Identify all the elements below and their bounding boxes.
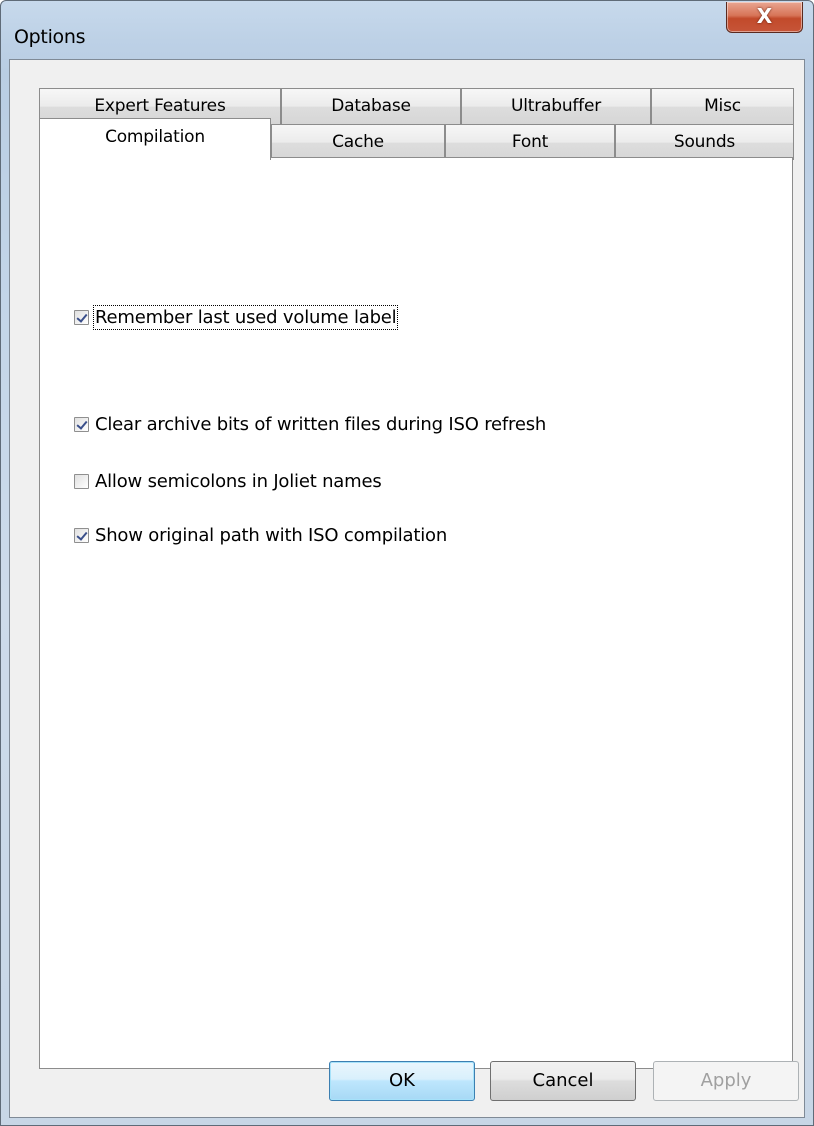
- checkbox-remember-volume-label[interactable]: [74, 309, 89, 325]
- dialog-client-area: Expert Features Database Ultrabuffer Mis…: [9, 59, 805, 1118]
- option-remember-volume-label[interactable]: Remember last used volume label: [74, 304, 399, 330]
- option-label: Clear archive bits of written files duri…: [95, 413, 547, 435]
- options-dialog: Options X Expert Features Database Ultra…: [0, 0, 814, 1126]
- tab-cache[interactable]: Cache: [271, 124, 445, 160]
- option-label: Allow semicolons in Joliet names: [95, 470, 382, 492]
- apply-button[interactable]: Apply: [653, 1061, 799, 1101]
- cancel-button[interactable]: Cancel: [490, 1061, 636, 1101]
- option-allow-semicolons[interactable]: Allow semicolons in Joliet names: [74, 469, 382, 493]
- option-clear-archive-bits[interactable]: Clear archive bits of written files duri…: [74, 412, 546, 436]
- tab-font[interactable]: Font: [445, 124, 615, 160]
- checkbox-show-original-path[interactable]: [74, 527, 89, 543]
- tab-misc[interactable]: Misc: [651, 88, 794, 124]
- option-show-original-path[interactable]: Show original path with ISO compilation: [74, 523, 447, 547]
- compilation-panel: Remember last used volume label Clear ar…: [39, 157, 793, 1069]
- checkbox-allow-semicolons[interactable]: [74, 473, 89, 489]
- option-label: Show original path with ISO compilation: [95, 524, 448, 546]
- tab-database[interactable]: Database: [281, 88, 461, 124]
- checkbox-clear-archive-bits[interactable]: [74, 416, 89, 432]
- tab-ultrabuffer[interactable]: Ultrabuffer: [461, 88, 651, 124]
- option-label: Remember last used volume label: [92, 304, 399, 330]
- tab-compilation[interactable]: Compilation: [39, 118, 271, 160]
- tab-sounds[interactable]: Sounds: [615, 124, 794, 160]
- ok-button[interactable]: OK: [329, 1061, 475, 1101]
- close-icon: X: [756, 4, 773, 28]
- close-button[interactable]: X: [726, 2, 803, 33]
- window-title: Options: [14, 26, 86, 48]
